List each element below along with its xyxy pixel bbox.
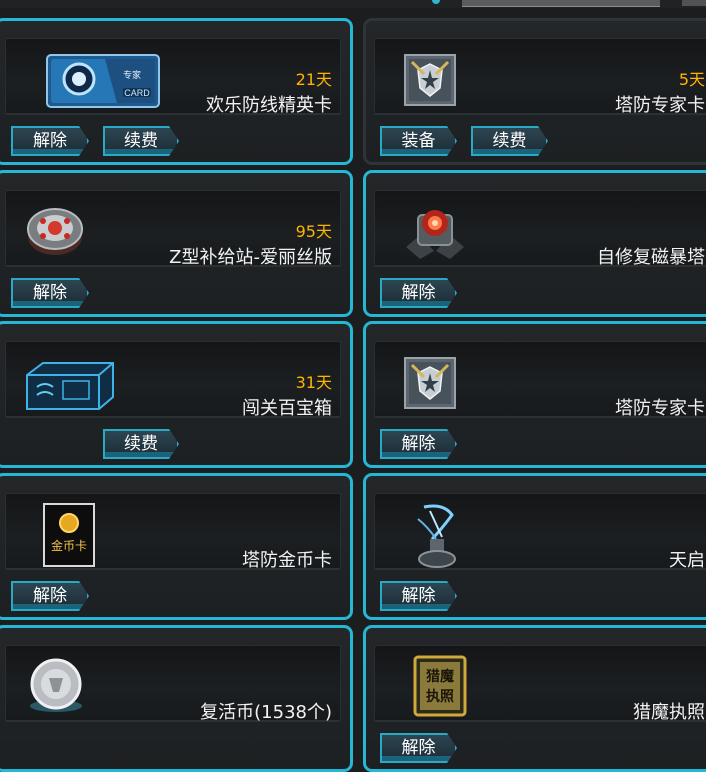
equip-button[interactable]: 装备 [380,126,457,156]
item-name: 复活币(1538个) [200,702,332,723]
inventory-card: 自修复磁暴塔 解除 [363,170,706,317]
gold-coin-card-icon: 金币卡 [43,503,95,567]
days-remaining: 31天 [295,373,332,392]
inventory-card: 猎魔 执照 猎魔执照 解除 [363,625,706,772]
item-name: 自修复磁暴塔 [597,247,705,268]
renew-button[interactable]: 续费 [103,429,179,459]
inventory-card: 5天 塔防专家卡 装备 续费 [363,18,706,165]
treasure-box-icon [26,362,114,410]
svg-text:猎魔: 猎魔 [426,668,455,685]
unequip-button[interactable]: 解除 [380,278,457,308]
renew-button[interactable]: 续费 [103,126,179,156]
top-search-field[interactable] [462,0,660,7]
inventory-card: 31天 闯关百宝箱 续费 [0,321,353,468]
inventory-card: 塔防专家卡 解除 [363,321,706,468]
item-name: 猎魔执照 [633,702,705,723]
unequip-button[interactable]: 解除 [11,581,89,611]
unequip-button[interactable]: 解除 [380,581,457,611]
unequip-button[interactable]: 解除 [11,278,89,308]
inventory-card: 天启 解除 [363,473,706,620]
inventory-card: 复活币(1538个) [0,625,353,772]
item-name: 塔防专家卡 [615,95,705,116]
svg-text:执照: 执照 [426,688,454,705]
svg-text:CARD: CARD [124,88,150,98]
apocalypse-tower-icon [417,504,456,568]
item-name: Z型补给站-爱丽丝版 [169,247,332,268]
inventory-card: 金币卡 塔防金币卡 解除 [0,473,353,620]
elite-card-icon: CARD 专家 [46,54,160,108]
item-name: 闯关百宝箱 [242,398,332,419]
svg-text:专家: 专家 [123,69,141,81]
renew-button[interactable]: 续费 [471,126,548,156]
tower-expert-card-icon [404,54,456,106]
svg-text:金币卡: 金币卡 [51,538,87,553]
supply-station-icon [27,208,83,255]
tesla-tower-icon [406,210,464,259]
top-button[interactable] [682,0,706,6]
days-remaining: 5天 [678,70,705,89]
unequip-button[interactable]: 解除 [11,126,89,156]
item-name: 塔防专家卡 [615,398,705,419]
days-remaining: 95天 [295,222,332,241]
demon-hunter-license-icon: 猎魔 执照 [413,655,467,717]
item-name: 欢乐防线精英卡 [206,95,332,116]
inventory-card: 95天 Z型补给站-爱丽丝版 解除 [0,170,353,317]
item-name: 塔防金币卡 [242,550,332,571]
inventory-card: CARD 专家 21天 欢乐防线精英卡 解除 续费 [0,18,353,165]
tower-expert-card-icon [404,357,456,409]
days-remaining: 21天 [295,70,332,89]
revive-coin-icon [30,658,82,712]
unequip-button[interactable]: 解除 [380,429,457,459]
item-name: 天启 [669,550,705,571]
